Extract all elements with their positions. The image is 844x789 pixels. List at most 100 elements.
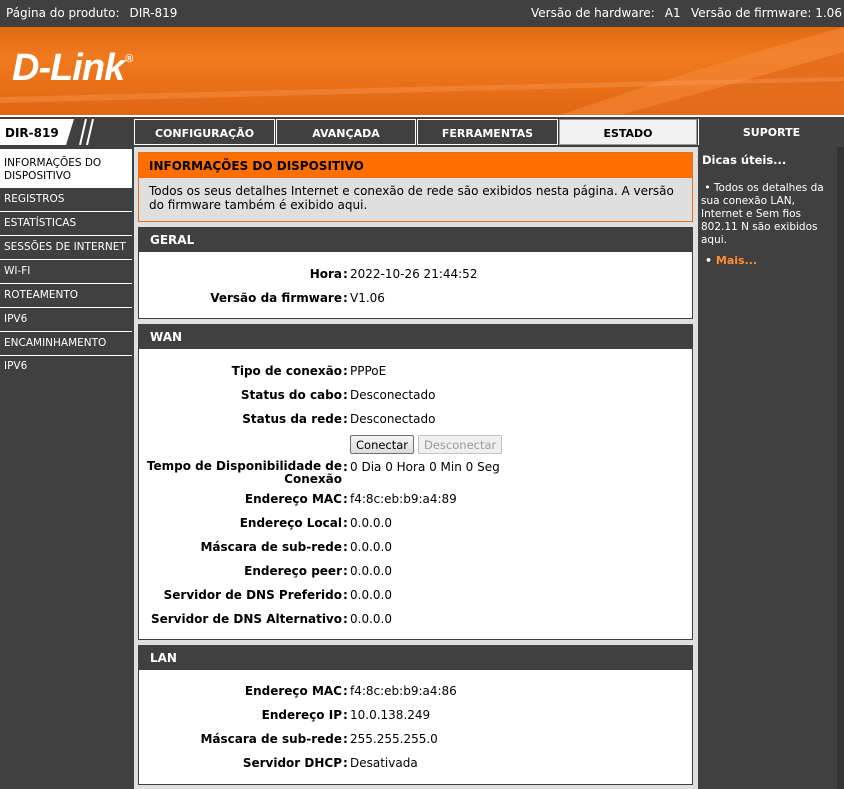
hardware-value: A1 (664, 6, 681, 20)
sidebar-item-device-info[interactable]: INFORMAÇÕES DO DISPOSITIVO (0, 149, 132, 188)
row-uptime: Tempo de Disponibilidade de Conexão : 0 D… (139, 460, 692, 490)
lan-ip-value: 10.0.138.249 (350, 708, 431, 722)
colon: : (343, 492, 348, 506)
colon: : (343, 364, 348, 378)
tab-ferramentas[interactable]: FERRAMENTAS (417, 119, 558, 145)
lan-mac-value: f4:8c:eb:b9:a4:86 (350, 684, 457, 698)
product-value: DIR-819 (129, 6, 178, 20)
disconnect-button[interactable]: Desconectar (418, 435, 503, 454)
product-info: Página do produto: DIR-819 (6, 6, 177, 20)
bullet-icon: • (704, 182, 711, 194)
wan-subnet-label: Máscara de sub-rede (200, 540, 342, 554)
wan-mac-label: Endereço MAC (244, 492, 342, 506)
connect-button[interactable]: Conectar (350, 435, 415, 454)
device-info-box: INFORMAÇÕES DO DISPOSITIVO Todos os seus… (138, 152, 693, 222)
helpful-hints-panel: Dicas úteis... • Todos os detalhes da su… (698, 147, 844, 789)
product-label: Página do produto: (6, 6, 120, 20)
main-content: INFORMAÇÕES DO DISPOSITIVO Todos os seus… (134, 147, 698, 789)
colon: : (343, 291, 348, 305)
connection-type-label: Tipo de conexão (231, 364, 342, 378)
device-info-description: Todos os seus detalhes Internet e conexã… (149, 184, 674, 212)
dns-primary-label: Servidor de DNS Preferido (163, 588, 342, 602)
uptime-label: Tempo de Disponibilidade de Conexão (147, 460, 342, 486)
colon: : (343, 708, 348, 722)
dhcp-server-value: Desativada (350, 756, 418, 770)
colon: : (343, 540, 348, 554)
dlink-logo: D-Link® (12, 47, 133, 90)
wan-mac-value: f4:8c:eb:b9:a4:89 (350, 492, 457, 506)
lan-mac-label: Endereço MAC (244, 684, 342, 698)
sidebar-item-registros[interactable]: REGISTROS (0, 188, 132, 212)
cable-status-label: Status do cabo (240, 388, 342, 402)
tab-avancada[interactable]: AVANÇADA (276, 119, 416, 145)
network-status-label: Status da rede (242, 412, 342, 426)
uptime-label-line1: Tempo de Disponibilidade de (146, 459, 342, 473)
colon: : (343, 684, 348, 698)
peer-address-label: Endereço peer (244, 564, 342, 578)
geral-section: GERAL Hora: 2022-10-26 21:44:52 Versão d… (138, 227, 693, 319)
dns-primary-value: 0.0.0.0 (350, 588, 392, 602)
firmware-value: 1.06 (815, 6, 842, 20)
row-connect-buttons: Conectar Desconectar (139, 435, 692, 455)
lan-ip-label: Endereço IP (261, 708, 342, 722)
hints-more-link[interactable]: • Mais... (705, 254, 757, 267)
hora-label: Hora (309, 267, 342, 281)
main-nav: DIR-819 CONFIGURAÇÃO AVANÇADA FERRAMENTA… (0, 117, 844, 147)
colon: : (343, 388, 348, 402)
right-scroll-stripe (837, 147, 844, 789)
bullet-icon: • (705, 254, 713, 267)
colon: : (343, 756, 348, 770)
local-address-value: 0.0.0.0 (350, 516, 392, 530)
colon: : (343, 732, 348, 746)
wan-section: WAN Tipo de conexão: PPPoE Status do cab… (138, 324, 693, 640)
model-label: DIR-819 (0, 119, 66, 145)
dns-alternate-value: 0.0.0.0 (350, 612, 392, 626)
top-info-bar: Página do produto: DIR-819 Versão de hard… (0, 0, 844, 27)
colon: : (343, 516, 348, 530)
colon: : (343, 460, 348, 474)
tab-configuracao[interactable]: CONFIGURAÇÃO (134, 119, 275, 145)
brand-banner: D-Link® (0, 27, 844, 115)
uptime-label-line2: Conexão (284, 472, 342, 486)
hints-title: Dicas úteis... (702, 153, 787, 167)
registered-mark: ® (125, 53, 133, 65)
dhcp-server-label: Servidor DHCP (242, 756, 342, 770)
colon: : (343, 564, 348, 578)
firmware-version-value: V1.06 (350, 291, 385, 305)
hints-description: Todos os detalhes da sua conexão LAN, In… (701, 182, 824, 246)
uptime-value: 0 Dia 0 Hora 0 Min 0 Seg (350, 460, 500, 474)
left-sidebar: INFORMAÇÕES DO DISPOSITIVO REGISTROS EST… (0, 147, 134, 789)
firmware-info: Versão de firmware: 1.06 (691, 6, 842, 20)
tab-estado[interactable]: ESTADO (559, 119, 697, 145)
firmware-version-label: Versão da firmware (210, 291, 342, 305)
sidebar-item-estatisticas[interactable]: ESTATÍSTICAS (0, 212, 132, 236)
wan-subnet-value: 0.0.0.0 (350, 540, 392, 554)
device-info-title: INFORMAÇÕES DO DISPOSITIVO (139, 153, 692, 178)
network-status-value: Desconectado (350, 412, 436, 426)
sidebar-item-sessoes[interactable]: SESSÕES DE INTERNET (0, 236, 132, 260)
hora-value: 2022-10-26 21:44:52 (350, 267, 478, 281)
connection-type-value: PPPoE (350, 364, 387, 378)
colon: : (343, 412, 348, 426)
sidebar-item-roteamento[interactable]: ROTEAMENTO (0, 284, 132, 308)
local-address-label: Endereço Local (239, 516, 342, 530)
colon: : (343, 612, 348, 626)
wan-title: WAN (139, 325, 692, 349)
sidebar-item-ipv6[interactable]: IPV6 (0, 308, 132, 332)
lan-title: LAN (139, 646, 692, 670)
sidebar-item-encaminhamento-ipv6[interactable]: ENCAMINHAMENTO IPV6 (0, 332, 132, 372)
dns-alternate-label: Servidor de DNS Alternativo (150, 612, 342, 626)
cable-status-value: Desconectado (350, 388, 436, 402)
firmware-label: Versão de firmware: (691, 6, 812, 20)
model-slash-graphic (66, 119, 94, 145)
sidebar-item-wifi[interactable]: WI-FI (0, 260, 132, 284)
hardware-info: Versão de hardware: A1 (531, 6, 681, 20)
lan-subnet-value: 255.255.255.0 (350, 732, 438, 746)
lan-subnet-label: Máscara de sub-rede (200, 732, 342, 746)
hints-text: • Todos os detalhes da sua conexão LAN, … (701, 182, 837, 247)
peer-address-value: 0.0.0.0 (350, 564, 392, 578)
hints-box: Dicas úteis... • Todos os detalhes da su… (698, 147, 837, 271)
logo-text: D-Link (12, 47, 125, 89)
hints-more-label[interactable]: Mais... (716, 254, 757, 267)
tab-suporte[interactable]: SUPORTE (698, 119, 844, 145)
